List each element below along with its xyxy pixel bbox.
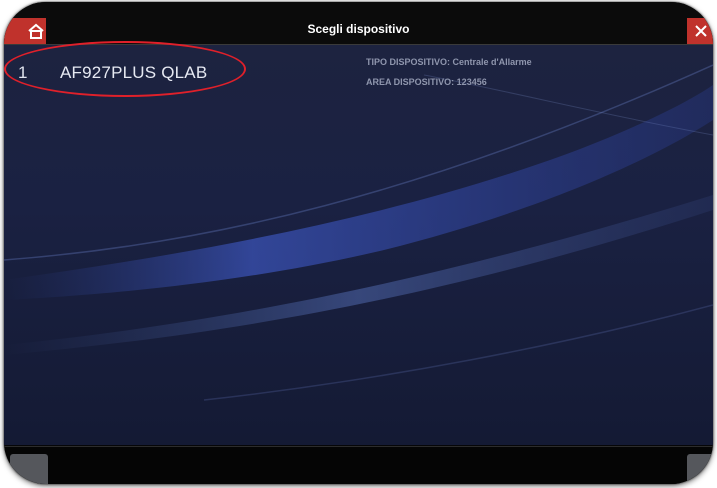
- bottom-left-button[interactable]: [10, 454, 48, 484]
- device-type-label: TIPO DISPOSITIVO: Centrale d'Allarme: [366, 57, 532, 67]
- page-title: Scegli dispositivo: [307, 22, 410, 36]
- background-swoosh: [4, 64, 713, 401]
- device-area-label: AREA DISPOSITIVO: 123456: [366, 77, 487, 87]
- highlight-annotation: [4, 41, 246, 97]
- close-button[interactable]: [687, 18, 713, 44]
- title-bar: Scegli dispositivo: [4, 2, 713, 45]
- bottom-bar: [4, 446, 713, 484]
- bottom-right-button[interactable]: [687, 454, 713, 484]
- close-icon: [695, 25, 707, 37]
- device-list-area: 1 AF927PLUS QLAB TIPO DISPOSITIVO: Centr…: [4, 45, 713, 445]
